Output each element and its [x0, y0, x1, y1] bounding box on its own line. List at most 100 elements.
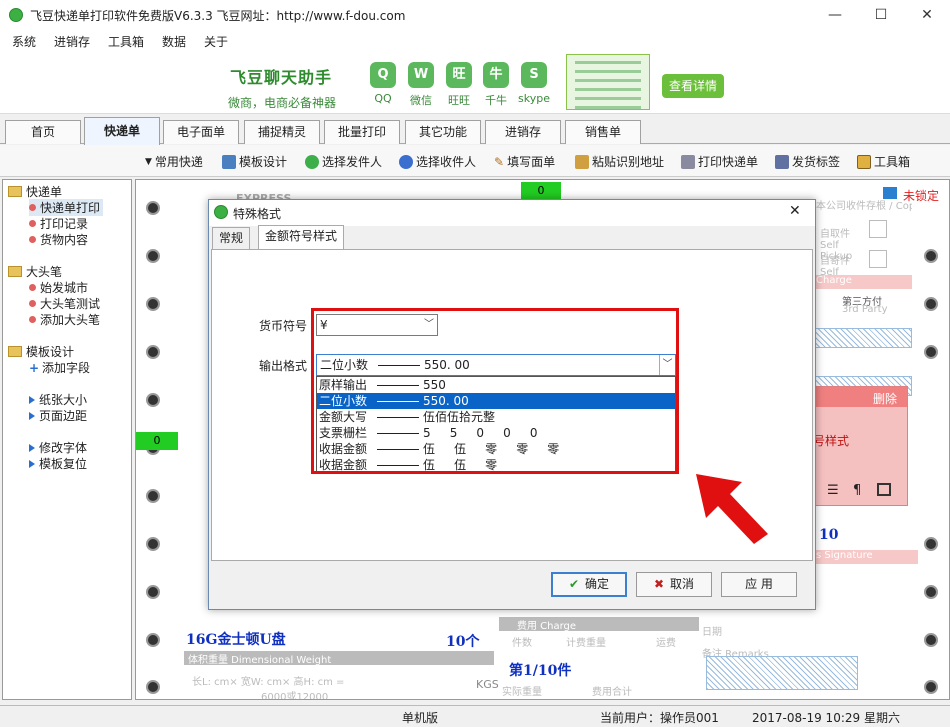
- toolbar: ▼ 常用快递 模板设计 选择发件人 选择收件人 ✎ 填写面单 粘贴识别地址 打印快递…: [0, 145, 950, 177]
- banner-subtitle: 微商，电商必备神器: [228, 96, 337, 110]
- tree-item-reset-template[interactable]: 模板复位: [29, 455, 87, 472]
- tab-home[interactable]: 首页: [5, 120, 81, 144]
- common-express-button[interactable]: ▼ 常用快递: [145, 153, 203, 170]
- apply-button[interactable]: 应 用: [721, 572, 797, 597]
- tractor-hole: [924, 537, 938, 551]
- align-justify-icon[interactable]: ☰: [827, 483, 839, 498]
- tree-item-paper-size[interactable]: 纸张大小: [29, 391, 87, 408]
- tree-item-print-log[interactable]: 打印记录: [29, 215, 88, 232]
- green-counter-top[interactable]: 0: [521, 182, 561, 200]
- third-party-en: 3rd Party: [842, 304, 888, 315]
- actual-weight-label: 实际重量: [502, 687, 542, 698]
- paragraph-icon[interactable]: ¶: [853, 483, 861, 498]
- tab-other[interactable]: 其它功能: [405, 120, 481, 144]
- fill-waybill-button[interactable]: ✎ 填写面单: [494, 153, 555, 170]
- view-details-button[interactable]: 查看详情: [662, 74, 724, 98]
- dialog-logo-icon: [214, 205, 228, 219]
- tree-item-origin-city[interactable]: 始发城市: [29, 279, 88, 296]
- wechat-app[interactable]: W 微信: [401, 62, 441, 108]
- item-label: 大头笔测试: [40, 297, 101, 311]
- tractor-hole: [146, 345, 160, 359]
- tractor-hole: [924, 585, 938, 599]
- menu-bar: 系统 进销存 工具箱 数据 关于: [0, 30, 950, 52]
- menu-data[interactable]: 数据: [162, 33, 186, 50]
- close-button[interactable]: ✕: [904, 0, 950, 30]
- bullet-icon: [29, 316, 36, 323]
- folder-icon: [8, 346, 22, 357]
- wangwang-app[interactable]: 旺旺旺: [439, 62, 479, 108]
- tab-batch-print[interactable]: 批量打印: [324, 120, 400, 144]
- frame-icon[interactable]: [877, 483, 891, 496]
- date-label: 日期: [702, 627, 722, 638]
- ad-banner[interactable]: 飞豆聊天助手 微商，电商必备神器 Q QQ W 微信 旺旺旺 牛千牛 Sskype …: [0, 52, 950, 114]
- wangwang-label: 旺旺: [448, 94, 470, 107]
- sender-icon: [305, 154, 319, 169]
- dialog-tab-currency-style[interactable]: 金额符号样式: [258, 225, 345, 250]
- tree-item-goods[interactable]: 货物内容: [29, 231, 88, 248]
- folder-icon: [8, 186, 22, 197]
- status-mode: 单机版: [402, 711, 439, 725]
- tab-sales[interactable]: 销售单: [565, 120, 641, 144]
- dimension-header: 体积重量 Dimensional Weight: [184, 651, 494, 666]
- toolbox-button[interactable]: 工具箱: [857, 153, 910, 170]
- green-counter-left[interactable]: 0: [136, 432, 178, 450]
- qq-app[interactable]: Q QQ: [363, 62, 403, 105]
- total-fee-label: 费用合计: [592, 687, 632, 698]
- tab-e-waybill[interactable]: 电子面单: [163, 120, 239, 144]
- template-design-button[interactable]: 模板设计: [222, 153, 287, 170]
- menu-toolbox[interactable]: 工具箱: [108, 33, 144, 50]
- ok-button[interactable]: ✔ 确定: [551, 572, 627, 597]
- minimize-button[interactable]: —: [812, 0, 858, 30]
- print-waybill-button[interactable]: 打印快递单: [681, 153, 758, 170]
- dialog-tab-general[interactable]: 常规: [212, 227, 251, 249]
- dropdown-icon: ▼: [145, 156, 152, 167]
- tree-group-express[interactable]: 快递单: [8, 183, 62, 200]
- toolbox-icon: [857, 154, 871, 169]
- tree-group-template[interactable]: 模板设计: [8, 343, 74, 360]
- tree-item-marker-test[interactable]: 大头笔测试: [29, 295, 100, 312]
- banner-slogan: 飞豆聊天助手: [230, 68, 333, 87]
- delete-field-button[interactable]: 删除: [873, 390, 897, 407]
- shipping-label-button[interactable]: 发货标签: [775, 153, 840, 170]
- tree-item-font[interactable]: 修改字体: [29, 439, 87, 456]
- arrow-icon: [29, 411, 35, 420]
- currency-symbol-label: 货币符号: [259, 319, 308, 333]
- qianniu-app[interactable]: 牛千牛: [476, 62, 516, 108]
- cross-icon: ✖: [653, 577, 665, 591]
- tab-capture[interactable]: 捕捉精灵: [244, 120, 320, 144]
- tree-item-express-print[interactable]: 快递单打印: [29, 199, 104, 216]
- tree-item-add-field[interactable]: + 添加字段: [29, 359, 90, 376]
- dialog-close-button[interactable]: ✕: [789, 203, 801, 219]
- quantity-field[interactable]: 10个: [446, 631, 479, 651]
- skype-app[interactable]: Sskype: [514, 62, 554, 105]
- product-name-field[interactable]: 16G金士顿U盘: [186, 629, 286, 649]
- paste-address-button[interactable]: 粘贴识别地址: [575, 153, 664, 170]
- menu-system[interactable]: 系统: [12, 33, 36, 50]
- highlight-box: [311, 308, 679, 474]
- wechat-icon: W: [408, 62, 434, 88]
- freight-label: 运费: [656, 638, 676, 649]
- chat-screenshot-preview: [566, 54, 650, 110]
- cancel-button[interactable]: ✖ 取消: [636, 572, 712, 597]
- item-label: 页面边距: [39, 409, 88, 423]
- item-label: 纸张大小: [39, 393, 88, 407]
- skype-icon: S: [521, 62, 547, 88]
- tab-express[interactable]: 快递单: [84, 117, 160, 145]
- tree-item-add-marker[interactable]: 添加大头笔: [29, 311, 100, 328]
- paste-icon: [575, 154, 589, 169]
- count-field[interactable]: 10: [819, 527, 838, 543]
- red-arrow-icon: [696, 474, 768, 544]
- dimension-divisor: 6000或12000: [261, 692, 329, 700]
- maximize-button[interactable]: ☐: [858, 0, 904, 30]
- tree-item-page-margin[interactable]: 页面边距: [29, 407, 87, 424]
- select-sender-button[interactable]: 选择发件人: [305, 153, 382, 170]
- select-receiver-button[interactable]: 选择收件人: [399, 153, 476, 170]
- tree-group-marker[interactable]: 大头笔: [8, 263, 62, 280]
- menu-inventory[interactable]: 进销存: [54, 33, 90, 50]
- item-label: 添加字段: [42, 361, 91, 375]
- menu-about[interactable]: 关于: [204, 33, 228, 50]
- page-count-field[interactable]: 第1/10件: [509, 660, 571, 680]
- qq-icon: Q: [370, 62, 396, 88]
- tab-inventory[interactable]: 进销存: [485, 120, 561, 144]
- arrow-icon: [29, 395, 35, 404]
